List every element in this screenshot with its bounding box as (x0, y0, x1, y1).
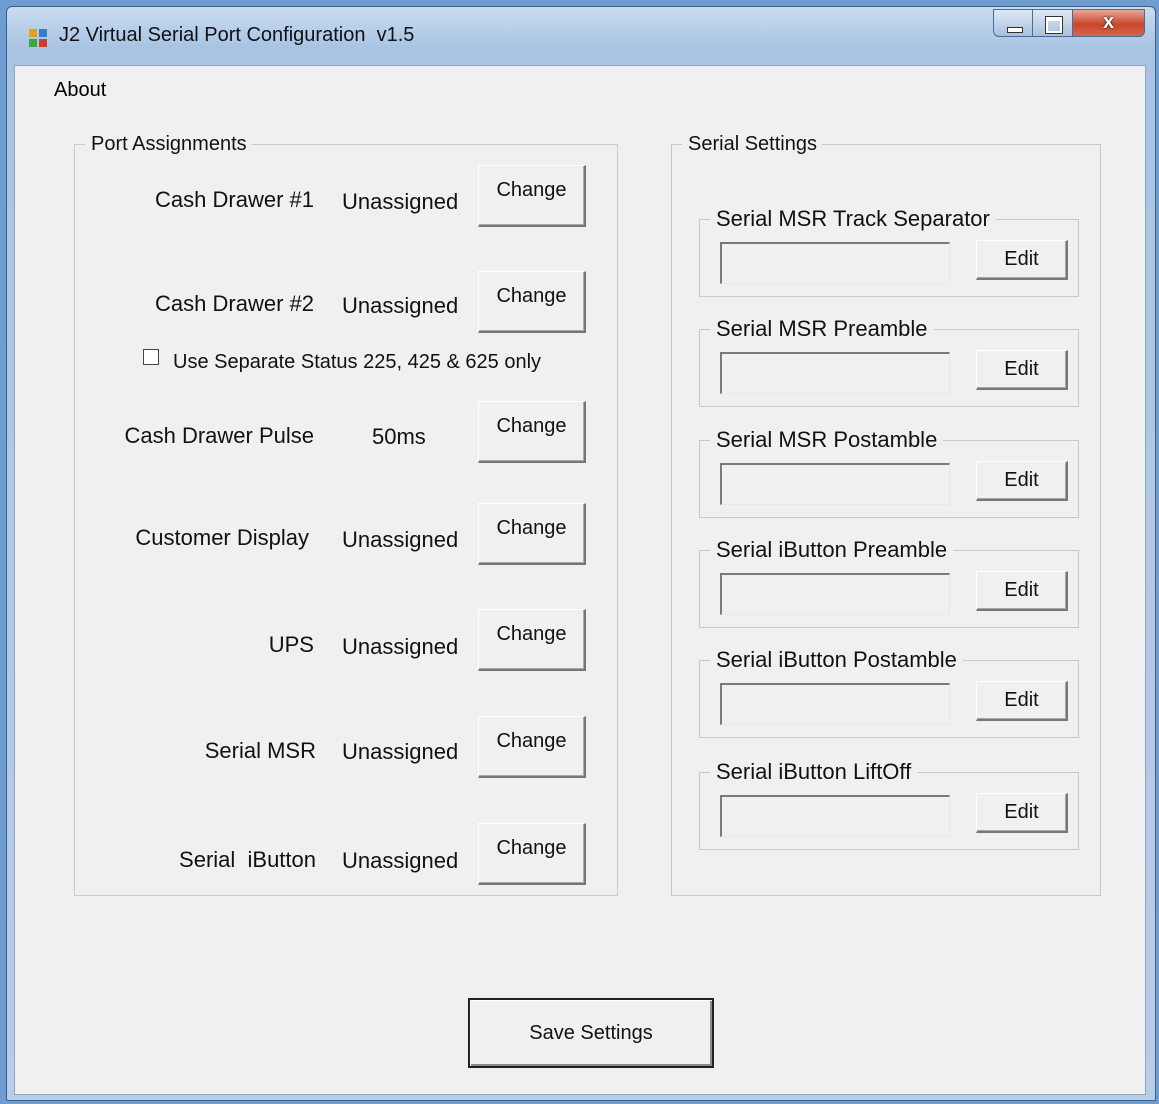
edit-button[interactable]: Edit (976, 571, 1068, 611)
setting-title: Serial iButton LiftOff (710, 759, 918, 785)
client-area: About Port Assignments Cash Drawer #1 Un… (14, 65, 1146, 1095)
title-bar[interactable]: J2 Virtual Serial Port Configuration v1.… (7, 7, 1155, 65)
setting-ibutton-postamble: Serial iButton Postamble Edit (699, 647, 1079, 738)
port-label-serial-msr: Serial MSR (204, 738, 316, 763)
serial-settings-group: Serial Settings Serial MSR Track Separat… (671, 133, 1101, 896)
port-assignments-group: Port Assignments Cash Drawer #1 Unassign… (74, 133, 618, 896)
change-button-cash-drawer-1[interactable]: Change (478, 165, 586, 227)
setting-value-field[interactable] (720, 242, 950, 284)
setting-value-field[interactable] (720, 795, 950, 837)
separate-status-checkbox[interactable] (143, 349, 159, 365)
setting-value-field[interactable] (720, 463, 950, 505)
maximize-icon[interactable] (1033, 9, 1073, 37)
caption-buttons: x (993, 9, 1145, 41)
close-glyph: x (1102, 11, 1115, 33)
minimize-icon[interactable] (993, 9, 1033, 37)
edit-button[interactable]: Edit (976, 681, 1068, 721)
window-title: J2 Virtual Serial Port Configuration v1.… (59, 24, 415, 46)
setting-value-field[interactable] (720, 683, 950, 725)
app-window: J2 Virtual Serial Port Configuration v1.… (6, 6, 1156, 1101)
port-label-customer-display: Customer Display (135, 525, 309, 550)
port-label-serial-ibutton: Serial iButton (179, 847, 316, 872)
edit-button[interactable]: Edit (976, 240, 1068, 280)
port-value-cash-drawer-2: Unassigned (342, 293, 459, 318)
change-button-customer-display[interactable]: Change (478, 503, 586, 565)
setting-title: Serial MSR Preamble (710, 316, 934, 342)
app-icon (29, 29, 47, 47)
edit-button[interactable]: Edit (976, 350, 1068, 390)
change-button-cash-drawer-2[interactable]: Change (478, 271, 586, 333)
edit-button[interactable]: Edit (976, 793, 1068, 833)
setting-ibutton-preamble: Serial iButton Preamble Edit (699, 537, 1079, 628)
save-settings-button[interactable]: Save Settings (468, 998, 714, 1068)
serial-settings-title: Serial Settings (682, 133, 822, 156)
close-icon[interactable]: x (1073, 9, 1145, 37)
port-label-ups: UPS (268, 632, 314, 657)
port-value-cash-drawer-pulse: 50ms (372, 424, 426, 449)
setting-ibutton-liftoff: Serial iButton LiftOff Edit (699, 759, 1079, 850)
setting-title: Serial MSR Postamble (710, 427, 944, 453)
port-label-cash-drawer-pulse: Cash Drawer Pulse (124, 423, 314, 448)
separate-status-label: Use Separate Status 225, 425 & 625 only (173, 351, 542, 373)
port-label-cash-drawer-1: Cash Drawer #1 (155, 187, 314, 212)
change-button-cash-drawer-pulse[interactable]: Change (478, 401, 586, 463)
setting-msr-postamble: Serial MSR Postamble Edit (699, 427, 1079, 518)
change-button-serial-ibutton[interactable]: Change (478, 823, 586, 885)
setting-value-field[interactable] (720, 352, 950, 394)
setting-msr-preamble: Serial MSR Preamble Edit (699, 316, 1079, 407)
setting-title: Serial iButton Preamble (710, 537, 954, 563)
port-value-serial-ibutton: Unassigned (342, 848, 459, 873)
port-value-customer-display: Unassigned (342, 527, 459, 552)
setting-title: Serial MSR Track Separator (710, 206, 996, 232)
port-assignments-title: Port Assignments (85, 133, 252, 156)
change-button-serial-msr[interactable]: Change (478, 716, 586, 778)
port-value-ups: Unassigned (342, 634, 459, 659)
setting-value-field[interactable] (720, 573, 950, 615)
setting-title: Serial iButton Postamble (710, 647, 963, 673)
setting-msr-track-separator: Serial MSR Track Separator Edit (699, 206, 1079, 297)
port-value-serial-msr: Unassigned (342, 739, 459, 764)
change-button-ups[interactable]: Change (478, 609, 586, 671)
port-value-cash-drawer-1: Unassigned (342, 189, 459, 214)
edit-button[interactable]: Edit (976, 461, 1068, 501)
port-label-cash-drawer-2: Cash Drawer #2 (155, 291, 314, 316)
menu-about[interactable]: About (54, 79, 106, 102)
